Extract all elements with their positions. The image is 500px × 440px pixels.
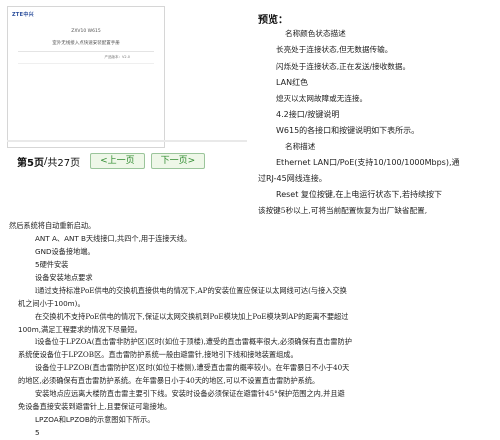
total-pages: 共27页	[47, 157, 81, 169]
preview-line: 闪烁处于连接状态,正在发送/接收数据。	[276, 62, 411, 71]
document-thumbnail[interactable]: ZTE中兴 ZXV10 W615 室外无线接入点快速安装配置手册 产品版本：V2…	[7, 6, 165, 148]
preview-line: 名称描述	[285, 142, 316, 151]
body-line: 的地区,必须确保有直击雷防护系统。在年雷暴日小于40天的地区,可以不设置直击雷防…	[18, 376, 320, 386]
zte-logo: ZTE中兴	[12, 12, 34, 18]
body-line: l通过支持标准PoE供电的交换机直接供电的情况下,AP的安装位置应保证以太网线可…	[35, 285, 347, 295]
thumbnail-title-line2: 室外无线接入点快速安装配置手册	[52, 41, 120, 46]
body-line: 在交换机不支持PoE供电的情况下,保证以太网交换机到PoE模块加上PoE模块到A…	[35, 311, 349, 321]
current-page: 第5页	[17, 157, 44, 169]
body-line: 5硬件安装	[35, 259, 69, 269]
body-line: 然后系统将自动重新启动。	[9, 221, 96, 230]
pagination: 第5页 / 共27页 <上一页 下一页>	[17, 153, 206, 169]
body-line: 设备位于LPZOB(直击雷防护区)区时(如位于楼侧),遭受直击雷的概率较小。在年…	[35, 363, 350, 373]
body-line: ANT A、ANT B天线接口,共四个,用于连接天线。	[35, 233, 192, 243]
preview-line: Ethernet LAN口/PoE(支持10/100/1000Mbps),通	[276, 158, 460, 167]
preview-line: LAN红色	[276, 78, 309, 87]
body-line: LPZOA和LPZOB的示意图如下所示。	[35, 415, 155, 425]
thumbnail-title-line1: ZXV10 W615	[71, 29, 101, 34]
preview-line: 长亮处于连接状态,但无数据传输。	[276, 45, 393, 54]
section-divider	[7, 140, 247, 142]
body-line: 安装地点应远离大楼防直击雷主要引下线。安装时设备必须保证在避雷针45°保护范围之…	[35, 389, 345, 399]
body-line: GND设备接地端。	[35, 246, 95, 256]
preview-line: 名称颜色状态描述	[285, 29, 346, 38]
thumbnail-divider	[18, 51, 154, 52]
body-line: 100m,满足工程要求的情况下尽量短。	[18, 324, 142, 334]
preview-line: Reset 复位按键,在上电运行状态下,若持续按下	[276, 190, 442, 199]
preview-line: W615的各接口和按键说明如下表所示。	[276, 126, 420, 135]
preview-line: 过RJ-45网线连接。	[258, 174, 327, 183]
body-line: l设备位于LPZOA(直击雷非防护区)区时(如位于顶楼),遭受的直击雷概率很大,…	[35, 337, 352, 347]
preview-line: 该按键5秒以上,可将当前配置恢复为出厂缺省配置,	[258, 206, 428, 215]
preview-title: 预览：	[258, 15, 288, 26]
preview-line: 熄灭以太网故障或无连接。	[276, 94, 368, 103]
thumbnail-version: 产品版本：V2.0	[104, 55, 130, 59]
body-line: 机之间小于100m)。	[18, 298, 85, 308]
thumbnail-divider-2	[18, 63, 154, 64]
prev-page-button[interactable]: <上一页	[90, 153, 145, 169]
next-page-button[interactable]: 下一页>	[150, 153, 206, 169]
preview-line: 4.2接口/按键说明	[276, 110, 340, 119]
body-line: 设备安装地点要求	[35, 272, 93, 282]
body-line: 系统使设备位于LPZOB区。直击雷防护系统一般由避雷针,接地引下线和接地装置组成…	[18, 350, 298, 360]
body-line: 5	[35, 428, 40, 437]
body-line: 免设备直接安装到避雷针上,且要保证可靠接地。	[18, 402, 172, 412]
